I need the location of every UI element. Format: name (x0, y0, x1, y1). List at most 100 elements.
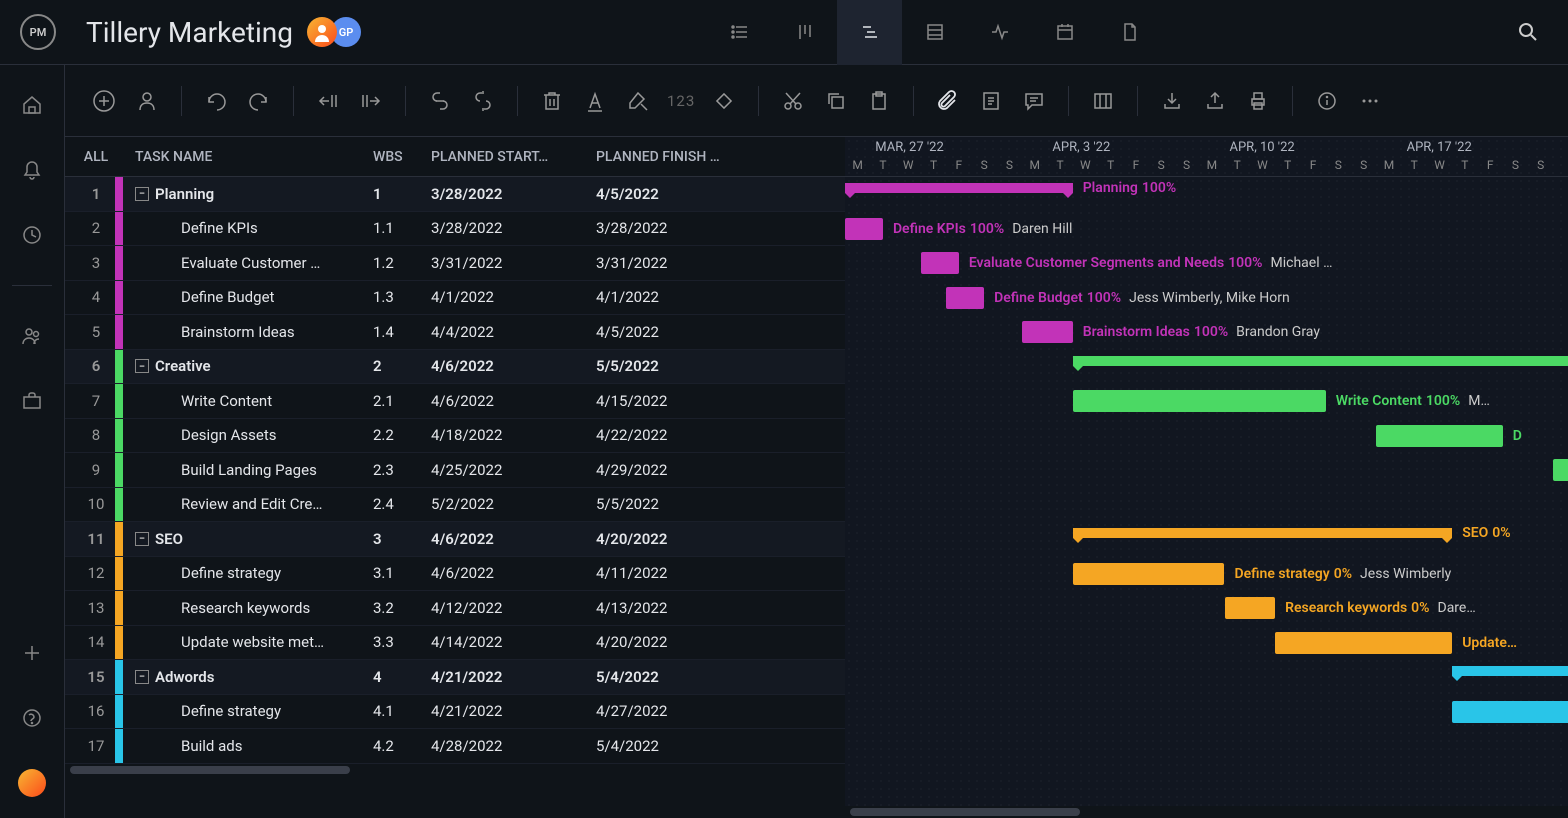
calendar-view-icon[interactable] (1032, 0, 1097, 65)
add-task-icon[interactable] (90, 87, 118, 115)
gantt-row[interactable] (845, 660, 1568, 695)
gantt-row[interactable] (845, 350, 1568, 385)
export-icon[interactable] (1201, 87, 1229, 115)
board-view-icon[interactable] (772, 0, 837, 65)
table-row[interactable]: 11 −SEO 3 4/6/2022 4/20/2022 (65, 522, 845, 557)
gantt-bar[interactable]: Define KPIs100%Daren Hill (845, 218, 883, 240)
help-icon[interactable] (17, 703, 47, 733)
gantt-row[interactable] (845, 695, 1568, 730)
table-row[interactable]: 17 Build ads 4.2 4/28/2022 5/4/2022 (65, 729, 845, 764)
milestone-icon[interactable] (710, 87, 738, 115)
collapse-icon[interactable]: − (135, 532, 149, 546)
gantt-bar[interactable] (1553, 459, 1568, 481)
text-format-icon[interactable] (581, 87, 609, 115)
gantt-view-icon[interactable] (837, 0, 902, 65)
table-row[interactable]: 2 Define KPIs 1.1 3/28/2022 3/28/2022 (65, 212, 845, 247)
portfolio-icon[interactable] (17, 386, 47, 416)
home-icon[interactable] (17, 90, 47, 120)
gantt-bar[interactable]: SEO0% (1073, 528, 1453, 538)
gantt-row[interactable]: Update… (845, 626, 1568, 661)
gantt-bar[interactable] (1452, 701, 1568, 723)
copy-icon[interactable] (822, 87, 850, 115)
delete-icon[interactable] (538, 87, 566, 115)
gantt-chart[interactable]: MAR, 27 '22APR, 3 '22APR, 10 '22APR, 17 … (845, 137, 1568, 818)
gantt-bar[interactable]: Write Content100%M… (1073, 390, 1326, 412)
gantt-bar[interactable]: D (1376, 425, 1503, 447)
unlink-icon[interactable] (469, 87, 497, 115)
gantt-scrollbar[interactable] (845, 806, 1568, 818)
table-row[interactable]: 6 −Creative 2 4/6/2022 5/5/2022 (65, 350, 845, 385)
gantt-row[interactable]: Brainstorm Ideas100%Brandon Gray (845, 315, 1568, 350)
table-row[interactable]: 12 Define strategy 3.1 4/6/2022 4/11/202… (65, 557, 845, 592)
gantt-row[interactable]: Define Budget100%Jess Wimberly, Mike Hor… (845, 281, 1568, 316)
add-icon[interactable] (17, 638, 47, 668)
team-icon[interactable] (17, 321, 47, 351)
sheet-view-icon[interactable] (902, 0, 967, 65)
gantt-bar[interactable]: Research keywords0%Dare… (1225, 597, 1276, 619)
gantt-bar[interactable]: Define strategy0%Jess Wimberly (1073, 563, 1225, 585)
table-row[interactable]: 16 Define strategy 4.1 4/21/2022 4/27/20… (65, 695, 845, 730)
table-row[interactable]: 14 Update website met… 3.3 4/14/2022 4/2… (65, 626, 845, 661)
clear-format-icon[interactable] (624, 87, 652, 115)
attachment-icon[interactable] (934, 87, 962, 115)
table-row[interactable]: 1 −Planning 1 3/28/2022 4/5/2022 (65, 177, 845, 212)
gantt-bar[interactable]: Update… (1275, 632, 1452, 654)
table-row[interactable]: 8 Design Assets 2.2 4/18/2022 4/22/2022 (65, 419, 845, 454)
table-row[interactable]: 15 −Adwords 4 4/21/2022 5/4/2022 (65, 660, 845, 695)
print-icon[interactable] (1244, 87, 1272, 115)
file-view-icon[interactable] (1097, 0, 1162, 65)
collapse-icon[interactable]: − (135, 187, 149, 201)
assign-icon[interactable] (133, 87, 161, 115)
table-row[interactable]: 7 Write Content 2.1 4/6/2022 4/15/2022 (65, 384, 845, 419)
import-icon[interactable] (1158, 87, 1186, 115)
gantt-row[interactable]: Write Content100%M… (845, 384, 1568, 419)
gantt-row[interactable]: Evaluate Customer Segments and Needs100%… (845, 246, 1568, 281)
table-scrollbar[interactable] (65, 764, 845, 776)
gantt-row[interactable]: Define KPIs100%Daren Hill (845, 212, 1568, 247)
search-icon[interactable] (1508, 12, 1548, 52)
table-row[interactable]: 10 Review and Edit Cre… 2.4 5/2/2022 5/5… (65, 488, 845, 523)
gantt-bar[interactable]: Evaluate Customer Segments and Needs100%… (921, 252, 959, 274)
table-row[interactable]: 13 Research keywords 3.2 4/12/2022 4/13/… (65, 591, 845, 626)
list-view-icon[interactable] (707, 0, 772, 65)
gantt-row[interactable]: D (845, 419, 1568, 454)
collapse-icon[interactable]: − (135, 359, 149, 373)
gantt-row[interactable] (845, 729, 1568, 764)
comment-icon[interactable] (1020, 87, 1048, 115)
recent-icon[interactable] (17, 220, 47, 250)
info-icon[interactable] (1313, 87, 1341, 115)
paste-icon[interactable] (865, 87, 893, 115)
table-row[interactable]: 5 Brainstorm Ideas 1.4 4/4/2022 4/5/2022 (65, 315, 845, 350)
gantt-bar[interactable] (1452, 666, 1568, 676)
gantt-row[interactable] (845, 488, 1568, 523)
link-icon[interactable] (426, 87, 454, 115)
gantt-bar[interactable]: Brainstorm Ideas100%Brandon Gray (1022, 321, 1073, 343)
gantt-bar[interactable]: Planning100% (845, 183, 1073, 193)
project-title[interactable]: Tillery Marketing (86, 16, 293, 49)
outdent-icon[interactable] (314, 87, 342, 115)
table-row[interactable]: 4 Define Budget 1.3 4/1/2022 4/1/2022 (65, 281, 845, 316)
col-all[interactable]: ALL (65, 149, 115, 165)
avatar[interactable] (307, 17, 337, 47)
table-row[interactable]: 9 Build Landing Pages 2.3 4/25/2022 4/29… (65, 453, 845, 488)
redo-icon[interactable] (245, 87, 273, 115)
notifications-icon[interactable] (17, 155, 47, 185)
gantt-row[interactable]: Planning100% (845, 177, 1568, 212)
col-planned-finish[interactable]: PLANNED FINISH … (596, 149, 845, 165)
cut-icon[interactable] (779, 87, 807, 115)
gantt-row[interactable]: SEO0% (845, 522, 1568, 557)
user-avatar-icon[interactable] (17, 768, 47, 798)
col-wbs[interactable]: WBS (373, 149, 431, 165)
gantt-bar[interactable]: Define Budget100%Jess Wimberly, Mike Hor… (946, 287, 984, 309)
col-planned-start[interactable]: PLANNED START… (431, 149, 596, 165)
gantt-row[interactable]: Research keywords0%Dare… (845, 591, 1568, 626)
more-icon[interactable] (1356, 87, 1384, 115)
gantt-row[interactable] (845, 453, 1568, 488)
undo-icon[interactable] (202, 87, 230, 115)
col-task-name[interactable]: TASK NAME (123, 149, 373, 165)
gantt-row[interactable]: Define strategy0%Jess Wimberly (845, 557, 1568, 592)
activity-view-icon[interactable] (967, 0, 1032, 65)
notes-icon[interactable] (977, 87, 1005, 115)
gantt-bar[interactable] (1073, 356, 1568, 366)
table-row[interactable]: 3 Evaluate Customer … 1.2 3/31/2022 3/31… (65, 246, 845, 281)
